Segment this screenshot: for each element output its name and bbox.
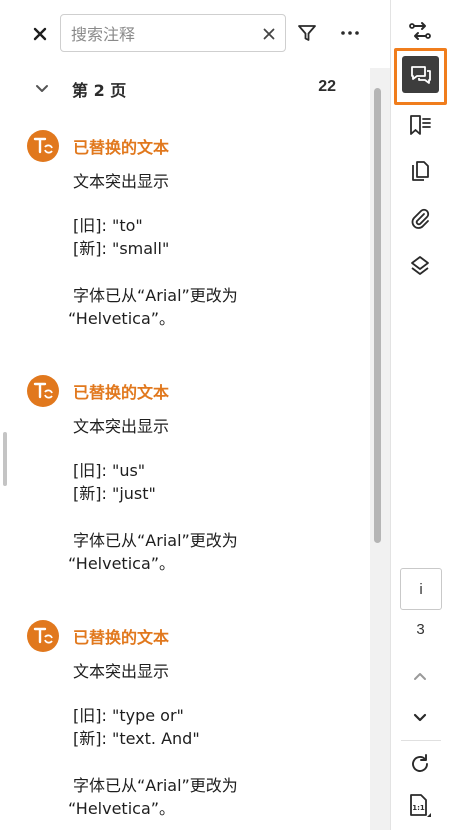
layers-button[interactable] bbox=[405, 251, 435, 281]
rotate-icon bbox=[412, 754, 428, 772]
scrollbar-thumb[interactable] bbox=[374, 88, 381, 543]
chevron-up-icon bbox=[414, 672, 426, 680]
comment-type: 文本突出显示 bbox=[73, 417, 170, 436]
layers-icon bbox=[411, 256, 429, 275]
filter-button[interactable] bbox=[294, 20, 320, 46]
text-replace-icon bbox=[33, 137, 53, 154]
chevron-down-icon bbox=[36, 84, 48, 92]
close-icon bbox=[33, 27, 47, 41]
comment-item[interactable]: 已替换的文本 文本突出显示 [旧]: "type or" [新]: "text.… bbox=[0, 620, 370, 830]
text-replace-icon bbox=[33, 382, 53, 399]
collapse-page-button[interactable] bbox=[32, 78, 52, 98]
comments-toolbar bbox=[0, 0, 390, 68]
comment-item[interactable]: 已替换的文本 文本突出显示 [旧]: "us" [新]: "just" 字体已从… bbox=[0, 375, 370, 605]
comment-font-change: 字体已从“Arial”更改为 bbox=[73, 531, 238, 550]
comment-title: 已替换的文本 bbox=[73, 138, 170, 157]
actual-size-icon: 1:1 bbox=[410, 794, 431, 817]
attachments-button[interactable] bbox=[405, 204, 435, 234]
bookmarks-icon bbox=[410, 115, 431, 135]
attachments-icon bbox=[411, 208, 430, 229]
actual-size-button[interactable]: 1:1 bbox=[405, 791, 435, 821]
resize-handle[interactable] bbox=[3, 432, 7, 486]
comment-type: 文本突出显示 bbox=[73, 662, 170, 681]
comment-font-change: 字体已从“Arial”更改为 bbox=[73, 286, 238, 305]
comment-new-text: [新]: "small" bbox=[73, 239, 170, 258]
comment-title: 已替换的文本 bbox=[73, 383, 170, 402]
clear-icon bbox=[263, 28, 275, 40]
comments-tool-button[interactable] bbox=[394, 48, 447, 105]
page-group-header[interactable]: 第 2 页 22 bbox=[0, 68, 370, 108]
avatar bbox=[27, 375, 59, 407]
rotate-button[interactable] bbox=[405, 749, 435, 779]
comment-old-text: [旧]: "to" bbox=[73, 216, 143, 235]
right-toolbar: i 3 1:1 bbox=[390, 0, 449, 830]
comment-new-text: [新]: "just" bbox=[73, 484, 156, 503]
comments-icon bbox=[410, 65, 431, 84]
comment-font-change-cont: “Helvetica”。 bbox=[68, 554, 176, 573]
search-box bbox=[60, 14, 286, 52]
comment-new-text: [新]: "text. And" bbox=[73, 729, 200, 748]
chevron-down-icon bbox=[413, 713, 427, 721]
comment-font-change: 字体已从“Arial”更改为 bbox=[73, 776, 238, 795]
comment-old-text: [旧]: "us" bbox=[73, 461, 146, 480]
search-input[interactable] bbox=[71, 22, 251, 46]
more-icon bbox=[341, 31, 359, 35]
clear-search-button[interactable] bbox=[259, 24, 279, 44]
compare-icon bbox=[409, 22, 431, 40]
comment-font-change-cont: “Helvetica”。 bbox=[68, 309, 176, 328]
next-page-button[interactable] bbox=[405, 702, 435, 732]
comment-old-text: [旧]: "type or" bbox=[73, 706, 184, 725]
comment-count: 22 bbox=[318, 78, 336, 95]
comment-font-change-cont: “Helvetica”。 bbox=[68, 799, 176, 818]
comment-type: 文本突出显示 bbox=[73, 172, 170, 191]
comment-title: 已替换的文本 bbox=[73, 628, 170, 647]
pages-button[interactable] bbox=[405, 157, 435, 187]
more-options-button[interactable] bbox=[336, 20, 364, 46]
toolbar-divider bbox=[401, 740, 441, 741]
close-button[interactable] bbox=[28, 22, 52, 46]
comments-panel: 第 2 页 22 已替换的文本 文本突出显示 [旧]: "to" [新]: "s… bbox=[0, 0, 390, 830]
filter-icon bbox=[298, 25, 316, 41]
current-page-field[interactable]: i bbox=[400, 568, 442, 610]
pages-icon bbox=[412, 161, 429, 181]
text-replace-icon bbox=[33, 627, 53, 644]
avatar bbox=[27, 130, 59, 162]
page-group-label: 第 2 页 bbox=[72, 81, 127, 100]
total-pages: 3 bbox=[416, 621, 425, 638]
svg-text:1:1: 1:1 bbox=[412, 804, 425, 812]
comment-item[interactable]: 已替换的文本 文本突出显示 [旧]: "to" [新]: "small" 字体已… bbox=[0, 130, 370, 360]
previous-page-button[interactable] bbox=[405, 661, 435, 691]
avatar bbox=[27, 620, 59, 652]
compare-button[interactable] bbox=[405, 16, 435, 46]
bookmarks-button[interactable] bbox=[405, 110, 435, 140]
